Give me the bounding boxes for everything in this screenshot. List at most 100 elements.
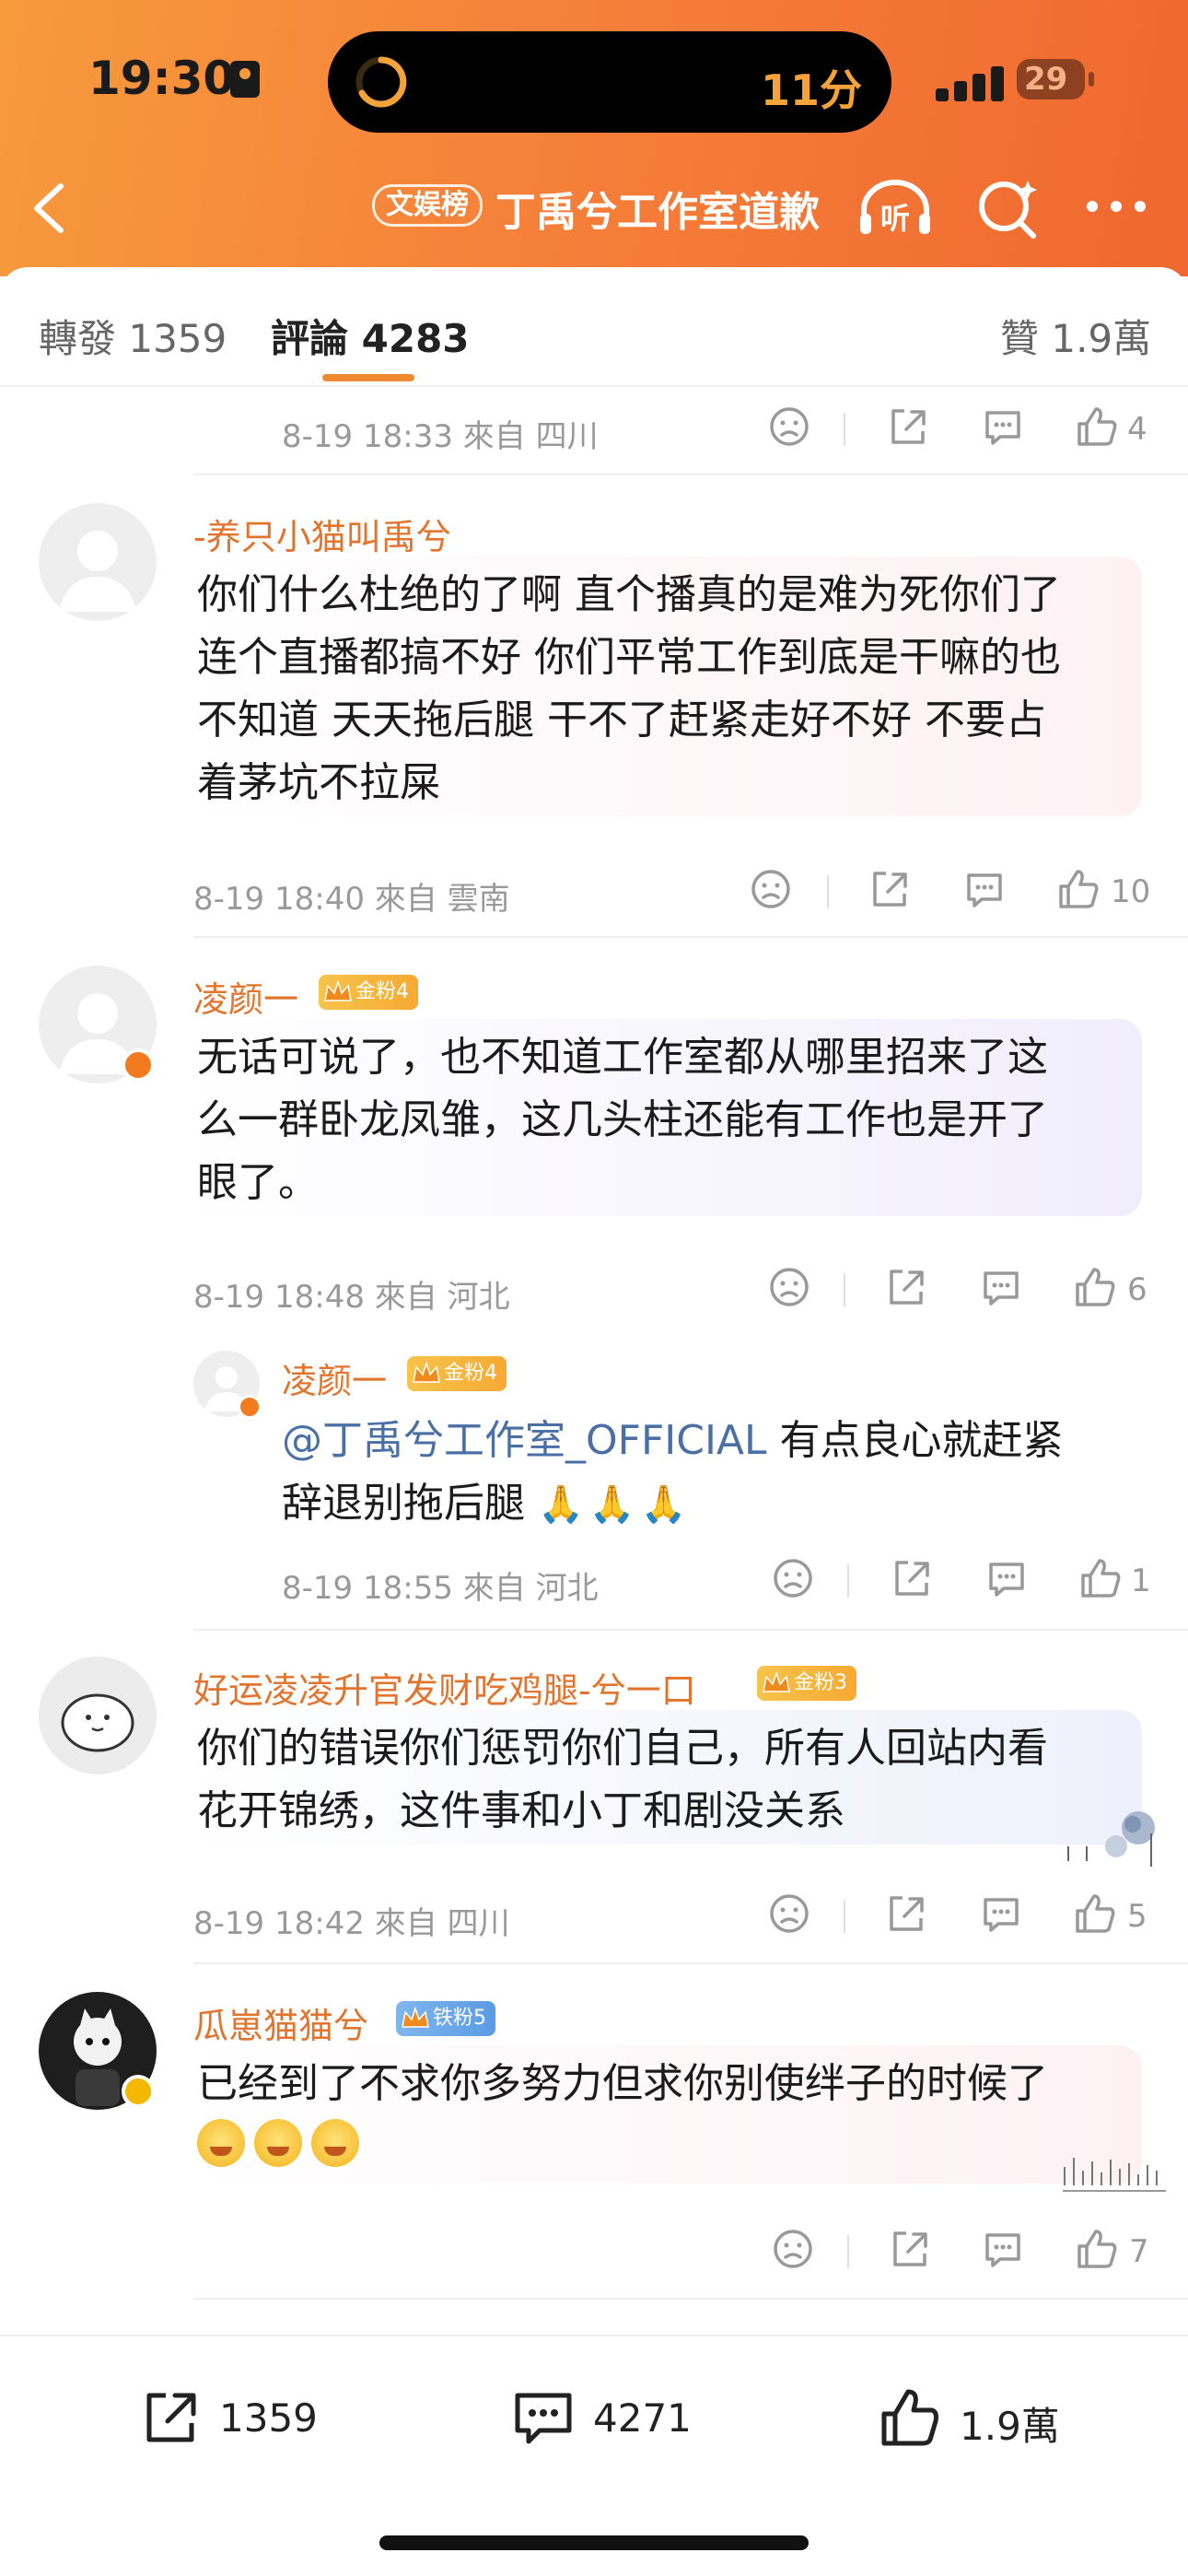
comment-action-row: 7 [193,2224,1160,2279]
share-icon[interactable] [864,864,914,914]
like-thumb-icon[interactable] [1072,402,1122,451]
home-indicator[interactable] [379,2535,809,2550]
action-separator [827,875,829,908]
like-thumb-icon[interactable] [1070,1262,1120,1312]
reply-bubble-icon[interactable] [978,2224,1028,2274]
share-icon[interactable] [882,402,932,451]
reply-text: @丁禹兮工作室_OFFICIAL 有点良心就赶紧 辞退别拖后腿 🙏 🙏 🙏 [282,1410,1166,1536]
fan-badge-label: 金粉4 [355,980,409,1003]
like-count: 5 [1127,1898,1147,1935]
hug-emoji [197,2119,245,2167]
verified-badge-icon [122,1048,155,1082]
comment-line: 已经到了不求你多努力但求你别使绊子的时候了 [197,2060,1048,2107]
username[interactable]: 凌颜一 [282,1352,387,1403]
avatar[interactable] [39,503,157,621]
comment-meta-row: 8-19 18:48 來自 河北 6 [193,1262,1160,1317]
username[interactable]: 凌颜一 [193,971,298,1022]
share-icon[interactable] [884,2224,934,2274]
comment-meta-row: 8-19 18:33 來自 四川 4 [282,402,1157,457]
gold-fan-badge: 金粉4 [407,1356,507,1391]
reply-bubble-icon[interactable] [960,864,1009,914]
tab-bar: 轉發 1359 評論 4283 贊 1.9萬 [0,267,1188,387]
comment-line: 不知道 天天拖后腿 干不了赶紧走好不好 不要占 [197,697,1046,744]
username[interactable]: 好运凌凌升官发财吃鸡腿-兮一口 [193,1662,696,1713]
page-title: 丁禹兮工作室道歉 [495,189,820,236]
status-time: 19:30 [88,52,236,105]
battery-icon: 29 [1017,59,1085,100]
comment-line: 连个直播都搞不好 你们平常工作到底是干嘛的也 [197,634,1061,681]
orientation-lock-icon [230,61,260,98]
fan-badge-label: 金粉4 [444,1362,497,1385]
like-count: 4 [1127,411,1147,448]
ai-search-icon[interactable] [976,177,1041,241]
comment-line: 么一群卧龙凤雏，这几头柱还能有工作也是开了 [197,1096,1048,1143]
comment-meta: 8-19 18:40 來自 雲南 [193,881,510,918]
comment-meta-row: 8-19 18:40 來自 雲南 10 [193,864,1160,919]
rose-bubble-decoration [1067,1811,1155,1867]
repost-icon [146,2393,196,2442]
tab-reposts[interactable]: 轉發 1359 [39,308,227,364]
reply-line-rest: 有点良心就赶紧 [766,1417,1064,1464]
hug-emoji [311,2119,359,2167]
share-icon[interactable] [880,1262,930,1312]
like-icon [881,2389,938,2446]
dislike-face-icon[interactable] [768,1553,818,1603]
mention-link[interactable]: @丁禹兮工作室_OFFICIAL [282,1417,767,1464]
comment-line: 无话可说了，也不知道工作室都从哪里招来了这 [197,1034,1048,1081]
comment-text: 你们什么杜绝的了啊 直个播真的是难为死你们了 连个直播都搞不好 你们平常工作到底… [184,556,1142,816]
action-separator [847,2235,849,2268]
crown-icon [402,2006,429,2028]
action-separator [847,1564,849,1598]
back-chevron-icon[interactable] [28,181,72,236]
like-thumb-icon[interactable] [1054,864,1103,914]
comment-meta: 8-19 18:42 來自 四川 [193,1905,510,1942]
fan-badge-label: 金粉3 [794,1671,847,1694]
dislike-face-icon[interactable] [768,2224,818,2274]
timer-ring-icon [355,56,407,108]
like-count: 6 [1127,1271,1147,1308]
comment-divider [193,1962,1188,1964]
username[interactable]: -养只小猫叫禹兮 [193,509,451,559]
reply-bubble-icon[interactable] [982,1553,1031,1603]
action-separator [844,1273,845,1306]
comment-meta: 8-19 18:48 來自 河北 [193,1279,510,1316]
like-thumb-icon[interactable] [1070,1889,1120,1938]
dislike-face-icon[interactable] [746,864,796,914]
avatar[interactable] [39,1657,157,1774]
comment-text: 已经到了不求你多努力但求你别使绊子的时候了 [184,2045,1142,2184]
listen-headphones-icon[interactable]: 听 [856,175,934,240]
praying-hands-emoji: 🙏 [588,1483,635,1526]
comment-text: 你们的错误你们惩罚你们自己，所有人回站内看 花开锦绣，这件事和小丁和剧没关系 [184,1710,1142,1844]
crown-icon [413,1361,440,1383]
username[interactable]: 瓜崽猫猫兮 [193,1997,368,2048]
like-thumb-icon[interactable] [1072,2224,1122,2274]
fan-badge-label: 铁粉5 [433,2007,486,2030]
share-icon[interactable] [880,1889,930,1938]
dislike-face-icon[interactable] [764,402,814,451]
dislike-face-icon[interactable] [764,1889,814,1938]
comment-icon [515,2393,572,2444]
share-icon[interactable] [886,1553,936,1603]
listen-label: 听 [880,201,910,236]
like-thumb-icon[interactable] [1076,1553,1125,1603]
comment-line: 你们的错误你们惩罚你们自己，所有人回站内看 [197,1725,1048,1772]
tab-likes[interactable]: 贊 1.9萬 [1000,308,1151,364]
verified-badge-icon [238,1395,262,1419]
cellular-signal-icon [936,61,1009,101]
comment-line: 花开锦绣，这件事和小丁和剧没关系 [197,1787,845,1834]
more-options-icon[interactable] [1083,195,1149,217]
entertainment-ranking-badge[interactable]: 文娱榜 [372,184,483,227]
comment-line: 眼了。 [197,1159,319,1206]
dislike-face-icon[interactable] [764,1262,814,1312]
like-total: 1.9萬 [960,2404,1060,2449]
crown-icon [324,979,352,1001]
gold-fan-badge: 金粉4 [319,975,418,1010]
tab-comments[interactable]: 評論 4283 [271,308,470,364]
comment-meta-row: 8-19 18:42 來自 四川 5 [193,1889,1160,1944]
reply-bubble-icon[interactable] [976,1262,1026,1312]
reply-bubble-icon[interactable] [978,402,1028,451]
comment-divider [193,936,1188,938]
comment-divider [193,1629,1188,1631]
music-bubble-decoration [1063,2158,1166,2192]
reply-bubble-icon[interactable] [976,1889,1026,1938]
